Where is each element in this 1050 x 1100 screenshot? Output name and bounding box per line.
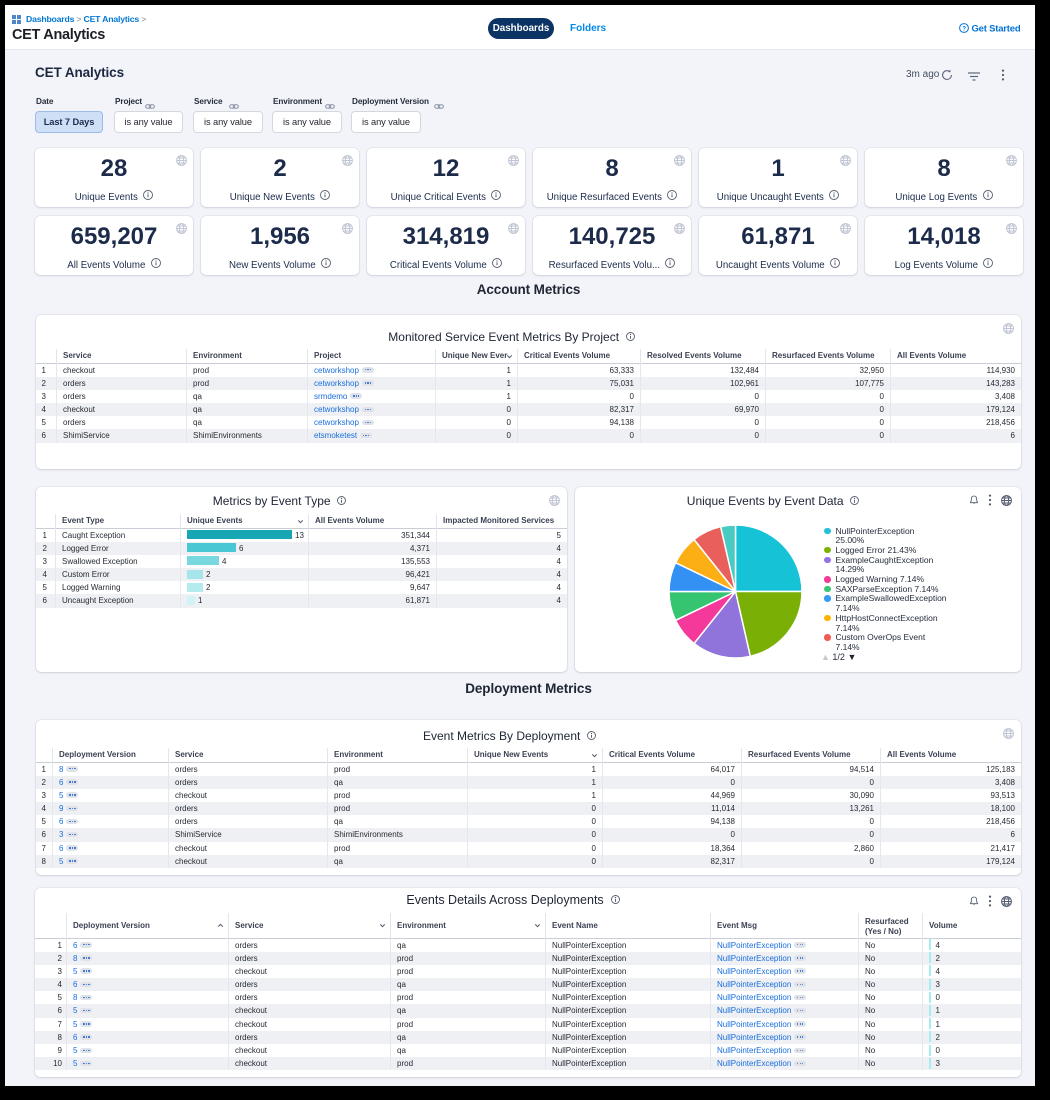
svg-text:?: ? (962, 25, 966, 32)
